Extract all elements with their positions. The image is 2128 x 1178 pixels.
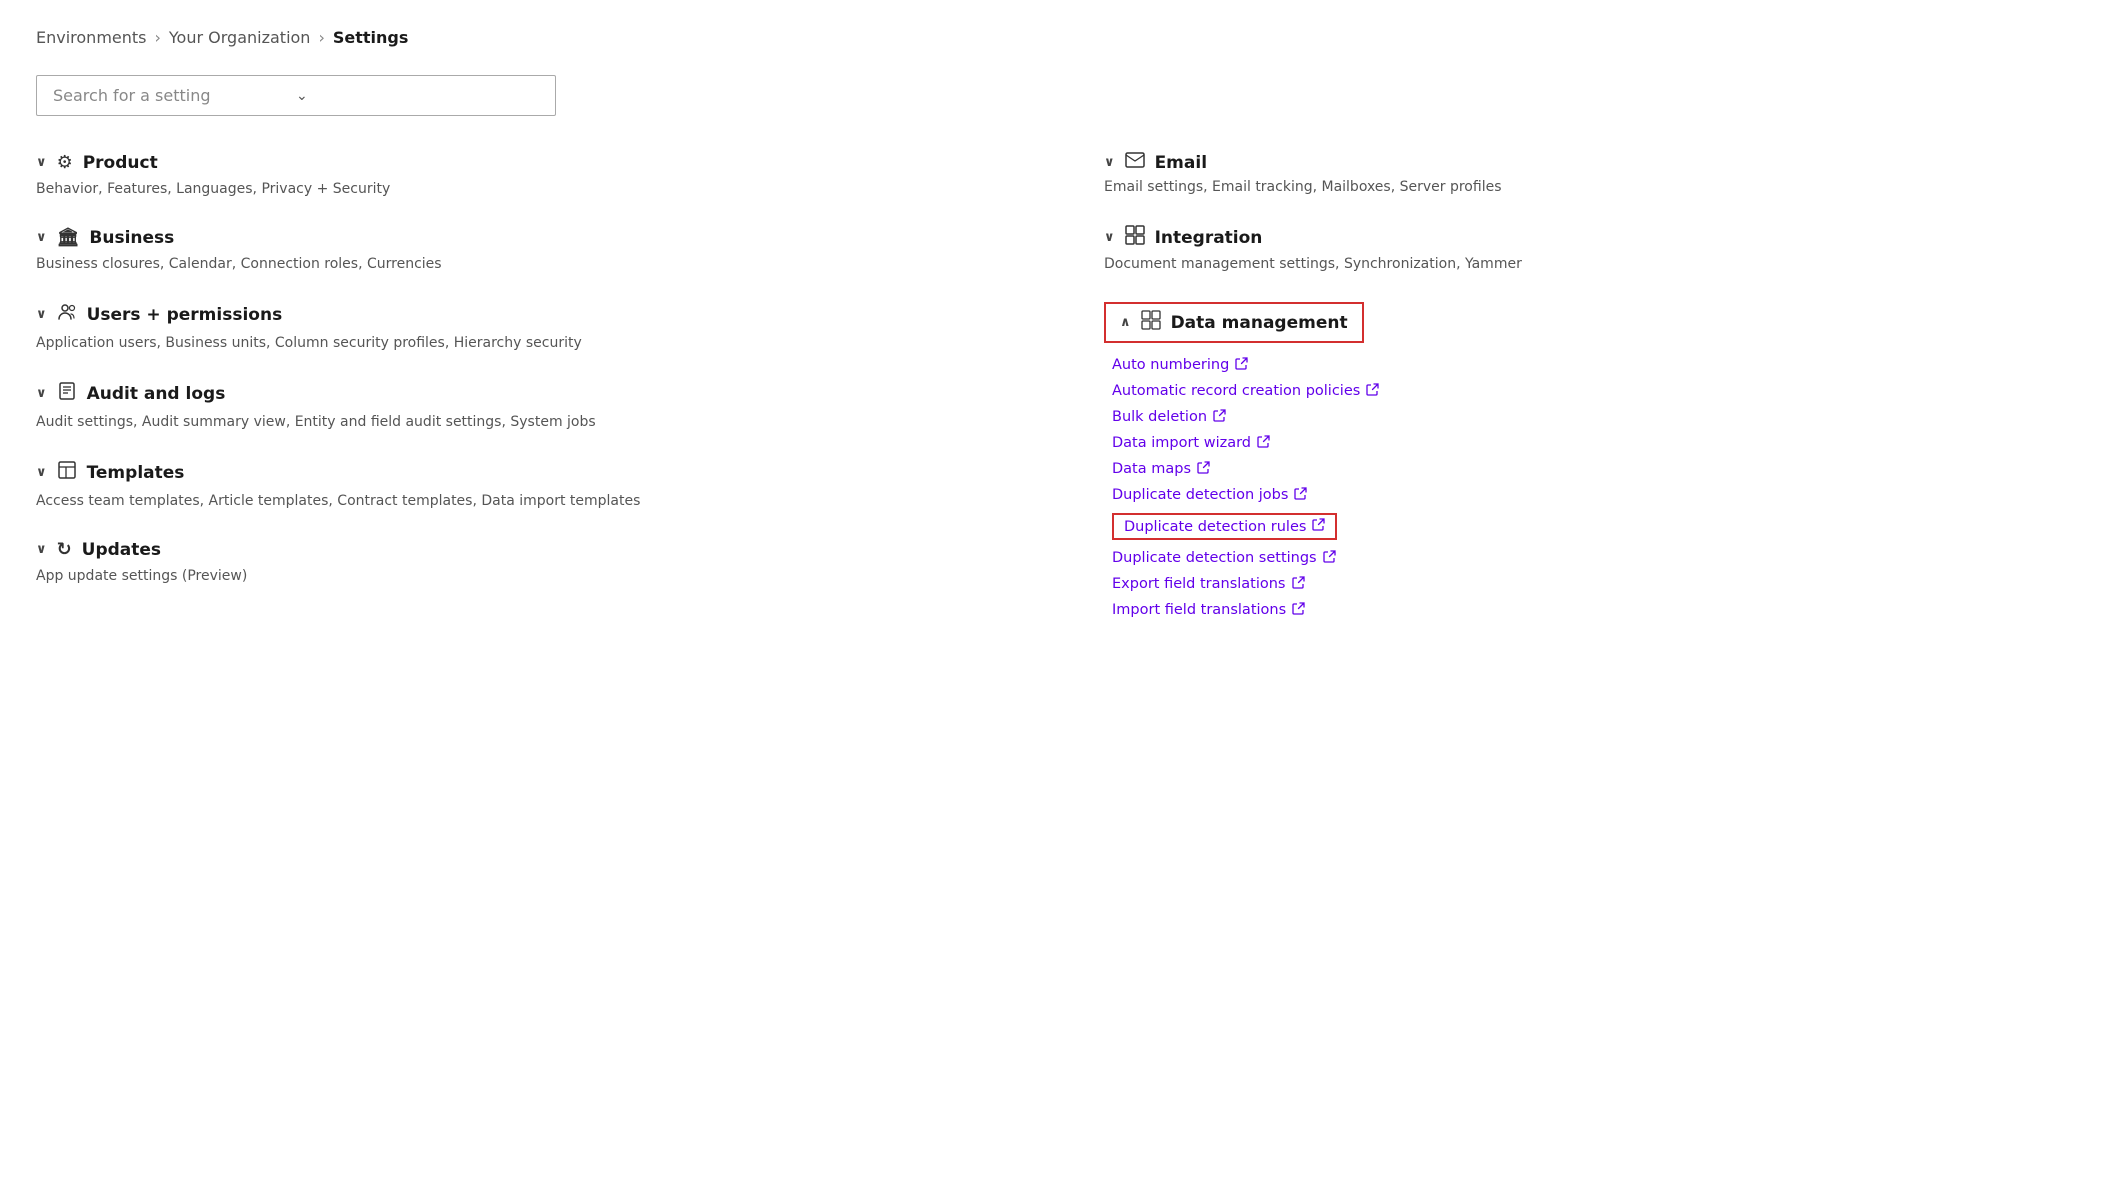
chevron-audit-icon: ∨	[36, 386, 47, 401]
dm-link-auto-record[interactable]: Automatic record creation policies	[1112, 383, 2092, 399]
dm-link-export-field[interactable]: Export field translations	[1112, 576, 2092, 592]
search-placeholder: Search for a setting	[53, 86, 296, 105]
section-integration-label: Integration	[1155, 228, 1263, 248]
chevron-dm-icon: ∧	[1120, 315, 1131, 330]
external-link-icon	[1292, 576, 1305, 592]
external-link-icon	[1213, 409, 1226, 425]
users-icon	[57, 302, 77, 327]
external-link-icon	[1366, 383, 1379, 399]
section-updates-desc: App update settings (Preview)	[36, 568, 1024, 584]
section-product-header[interactable]: ∨ ⚙ Product	[36, 152, 1024, 173]
external-link-icon	[1312, 518, 1325, 535]
section-email-label: Email	[1155, 153, 1207, 173]
external-link-icon	[1235, 357, 1248, 373]
section-templates-label: Templates	[87, 463, 185, 483]
chevron-templates-icon: ∨	[36, 465, 47, 480]
section-users-header[interactable]: ∨ Users + permissions	[36, 302, 1024, 327]
dm-link-data-maps[interactable]: Data maps	[1112, 461, 2092, 477]
section-integration: ∨ Integration Document management settin…	[1104, 225, 2092, 272]
search-bar[interactable]: Search for a setting ⌄	[36, 75, 556, 116]
section-updates-label: Updates	[82, 540, 161, 560]
section-email-header[interactable]: ∨ Email	[1104, 152, 2092, 173]
breadcrumb-environments[interactable]: Environments	[36, 28, 147, 47]
breadcrumb-sep-2: ›	[318, 28, 324, 47]
breadcrumb-settings: Settings	[333, 28, 409, 47]
section-templates-desc: Access team templates, Article templates…	[36, 493, 1024, 509]
chevron-updates-icon: ∨	[36, 542, 47, 557]
section-business-desc: Business closures, Calendar, Connection …	[36, 256, 1024, 272]
section-business: ∨ 🏛 Business Business closures, Calendar…	[36, 227, 1024, 272]
dm-link-dup-detection-jobs[interactable]: Duplicate detection jobs	[1112, 487, 2092, 503]
section-data-management-label: Data management	[1171, 313, 1348, 333]
section-integration-header[interactable]: ∨ Integration	[1104, 225, 2092, 250]
section-data-management-header[interactable]: ∧ Data management	[1104, 302, 1364, 343]
section-audit-header[interactable]: ∨ Audit and logs	[36, 381, 1024, 406]
chevron-business-icon: ∨	[36, 230, 47, 245]
gear-icon: ⚙	[57, 152, 73, 173]
dm-link-bulk-deletion[interactable]: Bulk deletion	[1112, 409, 2092, 425]
dm-link-import-field[interactable]: Import field translations	[1112, 602, 2092, 618]
chevron-email-icon: ∨	[1104, 155, 1115, 170]
chevron-product-icon: ∨	[36, 155, 47, 170]
dm-link-dup-detection-settings[interactable]: Duplicate detection settings	[1112, 550, 2092, 566]
data-management-icon	[1141, 310, 1161, 335]
breadcrumb: Environments › Your Organization › Setti…	[36, 28, 2092, 47]
section-users-desc: Application users, Business units, Colum…	[36, 335, 1024, 351]
section-users: ∨ Users + permissions Application users,…	[36, 302, 1024, 351]
section-updates-header[interactable]: ∨ ↻ Updates	[36, 539, 1024, 560]
section-audit-desc: Audit settings, Audit summary view, Enti…	[36, 414, 1024, 430]
section-audit: ∨ Audit and logs Audit settings, Audit s…	[36, 381, 1024, 430]
section-integration-desc: Document management settings, Synchroniz…	[1104, 256, 2092, 272]
external-link-icon	[1292, 602, 1305, 618]
external-link-icon	[1197, 461, 1210, 477]
dm-link-dup-detection-rules[interactable]: Duplicate detection rules	[1112, 513, 1337, 540]
dm-links-container: Auto numbering Automatic record creation…	[1104, 357, 2092, 618]
integration-icon	[1125, 225, 1145, 250]
section-email: ∨ Email Email settings, Email tracking, …	[1104, 152, 2092, 195]
external-link-icon	[1323, 550, 1336, 566]
breadcrumb-sep-1: ›	[155, 28, 161, 47]
section-updates: ∨ ↻ Updates App update settings (Preview…	[36, 539, 1024, 584]
template-icon	[57, 460, 77, 485]
section-email-desc: Email settings, Email tracking, Mailboxe…	[1104, 179, 2092, 195]
chevron-down-icon: ⌄	[296, 88, 539, 104]
section-business-header[interactable]: ∨ 🏛 Business	[36, 227, 1024, 248]
briefcase-icon: 🏛	[57, 227, 80, 248]
right-column: ∨ Email Email settings, Email tracking, …	[1084, 152, 2092, 630]
section-audit-label: Audit and logs	[87, 384, 226, 404]
section-product: ∨ ⚙ Product Behavior, Features, Language…	[36, 152, 1024, 197]
audit-icon	[57, 381, 77, 406]
section-data-management: ∧ Data management Auto numbering	[1104, 302, 2092, 618]
section-product-label: Product	[83, 153, 158, 173]
breadcrumb-org[interactable]: Your Organization	[169, 28, 311, 47]
dm-link-auto-numbering[interactable]: Auto numbering	[1112, 357, 2092, 373]
email-icon	[1125, 152, 1145, 173]
section-product-desc: Behavior, Features, Languages, Privacy +…	[36, 181, 1024, 197]
chevron-users-icon: ∨	[36, 307, 47, 322]
chevron-integration-icon: ∨	[1104, 230, 1115, 245]
main-layout: ∨ ⚙ Product Behavior, Features, Language…	[36, 152, 2092, 630]
section-templates: ∨ Templates Access team templates, Artic…	[36, 460, 1024, 509]
dm-link-data-import[interactable]: Data import wizard	[1112, 435, 2092, 451]
section-users-label: Users + permissions	[87, 305, 283, 325]
section-business-label: Business	[89, 228, 174, 248]
external-link-icon	[1257, 435, 1270, 451]
left-column: ∨ ⚙ Product Behavior, Features, Language…	[36, 152, 1084, 630]
section-templates-header[interactable]: ∨ Templates	[36, 460, 1024, 485]
refresh-icon: ↻	[57, 539, 72, 560]
external-link-icon	[1294, 487, 1307, 503]
